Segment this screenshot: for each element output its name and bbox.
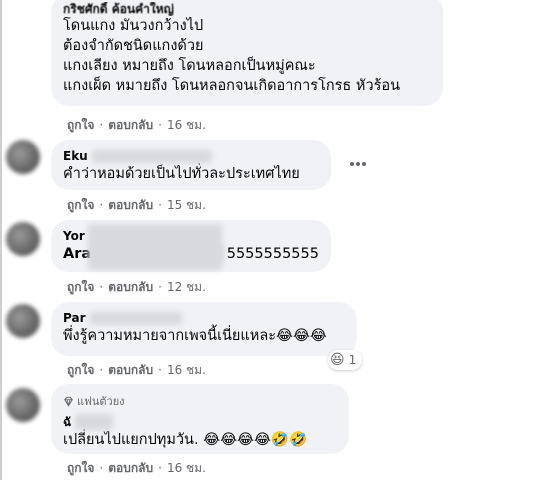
comment-text-line: พึ่งรู้ความหมายจากเพจนี้เนี่ยแหละ😂😂😂 bbox=[63, 328, 327, 344]
like-link[interactable]: ถูกใจ bbox=[67, 362, 94, 378]
comment-text-line: เปลี่ยนไปแยกปทุมวัน. 😂😂😂😂🤣🤣 bbox=[63, 432, 308, 448]
separator: · bbox=[158, 118, 162, 132]
diamond-icon bbox=[64, 396, 73, 407]
redacted-name bbox=[91, 149, 212, 163]
separator: · bbox=[158, 198, 162, 212]
comment-author[interactable]: Eku bbox=[63, 148, 319, 164]
comment-author[interactable]: ฉั bbox=[63, 414, 337, 430]
comment-text-part: 5555555555 bbox=[226, 246, 319, 262]
thread-line bbox=[0, 0, 2, 480]
comment-thread: กริชศักดิ์ ค้อนคำใหญ่ โดนแกง มันวงกว้างไ… bbox=[0, 0, 539, 480]
reaction-summary[interactable]: 😆 1 bbox=[328, 350, 363, 370]
redacted-name bbox=[89, 311, 182, 325]
reply-link[interactable]: ตอบกลับ bbox=[108, 279, 153, 295]
comment-author[interactable]: Par bbox=[63, 310, 345, 326]
reply-link[interactable]: ตอบกลับ bbox=[108, 362, 153, 378]
reaction-count: 1 bbox=[348, 353, 357, 367]
timestamp[interactable]: 16 ชม. bbox=[167, 362, 206, 378]
haha-reaction-icon: 😆 bbox=[330, 352, 345, 368]
redacted-overlay bbox=[88, 224, 222, 270]
comment-text-line: คำว่าหอมด้วยเป็นไปทั่วละประเทศไทย bbox=[63, 166, 300, 182]
comment-bubble-4: Par พึ่งรู้ความหมายจากเพจนี้เนี่ยแหละ😂😂😂 bbox=[51, 302, 357, 356]
comment-text-part: Ara bbox=[63, 246, 92, 262]
separator: · bbox=[158, 280, 162, 294]
redacted-name bbox=[75, 414, 114, 430]
comment-text-line: โดนแกง มันวงกว้างไป bbox=[63, 18, 204, 34]
like-link[interactable]: ถูกใจ bbox=[67, 117, 94, 133]
separator: · bbox=[158, 363, 162, 377]
comment-meta: ถูกใจ · ตอบกลับ · 15 ชม. bbox=[67, 197, 206, 213]
timestamp[interactable]: 12 ชม. bbox=[167, 279, 206, 295]
top-fan-badge[interactable]: แฟนตัวยง bbox=[63, 392, 337, 410]
comment-meta: ถูกใจ · ตอบกลับ · 16 ชม. bbox=[67, 460, 206, 476]
comment-text-line: ต้องจำกัดชนิดแกงด้วย bbox=[63, 38, 204, 54]
avatar[interactable] bbox=[6, 222, 40, 256]
separator: · bbox=[99, 363, 104, 377]
separator: · bbox=[99, 280, 104, 294]
more-options-icon[interactable] bbox=[346, 156, 370, 172]
reply-link[interactable]: ตอบกลับ bbox=[108, 197, 153, 213]
comment-meta: ถูกใจ · ตอบกลับ · 16 ชม. bbox=[67, 117, 206, 133]
comment-bubble-1: กริชศักดิ์ ค้อนคำใหญ่ โดนแกง มันวงกว้างไ… bbox=[51, 0, 443, 106]
comment-meta: ถูกใจ · ตอบกลับ · 12 ชม. bbox=[67, 279, 206, 295]
like-link[interactable]: ถูกใจ bbox=[67, 197, 94, 213]
timestamp[interactable]: 16 ชม. bbox=[167, 460, 206, 476]
reply-link[interactable]: ตอบกลับ bbox=[108, 460, 153, 476]
comment-meta: ถูกใจ · ตอบกลับ · 16 ชม. bbox=[67, 362, 206, 378]
separator: · bbox=[158, 461, 162, 475]
separator: · bbox=[99, 198, 104, 212]
comment-text-line: แกงเผ็ด หมายถึง โดนหลอกจนเกิดอาการโกรธ ห… bbox=[63, 78, 400, 94]
avatar[interactable] bbox=[6, 388, 40, 422]
comment-text-line: แกงเลียง หมายถึง โดนหลอกเป็นหมู่คณะ bbox=[63, 58, 316, 74]
comment-bubble-2: Eku คำว่าหอมด้วยเป็นไปทั่วละประเทศไทย bbox=[51, 140, 331, 190]
separator: · bbox=[99, 461, 104, 475]
like-link[interactable]: ถูกใจ bbox=[67, 279, 94, 295]
comment-bubble-5: แฟนตัวยง ฉั เปลี่ยนไปแยกปทุมวัน. 😂😂😂😂🤣🤣 bbox=[51, 384, 349, 454]
avatar[interactable] bbox=[6, 304, 40, 338]
reply-link[interactable]: ตอบกลับ bbox=[108, 117, 153, 133]
like-link[interactable]: ถูกใจ bbox=[67, 460, 94, 476]
comment-author[interactable]: กริชศักดิ์ ค้อนคำใหญ่ bbox=[63, 2, 431, 16]
badge-label: แฟนตัวยง bbox=[77, 395, 125, 408]
avatar[interactable] bbox=[6, 140, 40, 174]
timestamp[interactable]: 15 ชม. bbox=[167, 197, 206, 213]
timestamp[interactable]: 16 ชม. bbox=[167, 117, 206, 133]
separator: · bbox=[99, 118, 104, 132]
